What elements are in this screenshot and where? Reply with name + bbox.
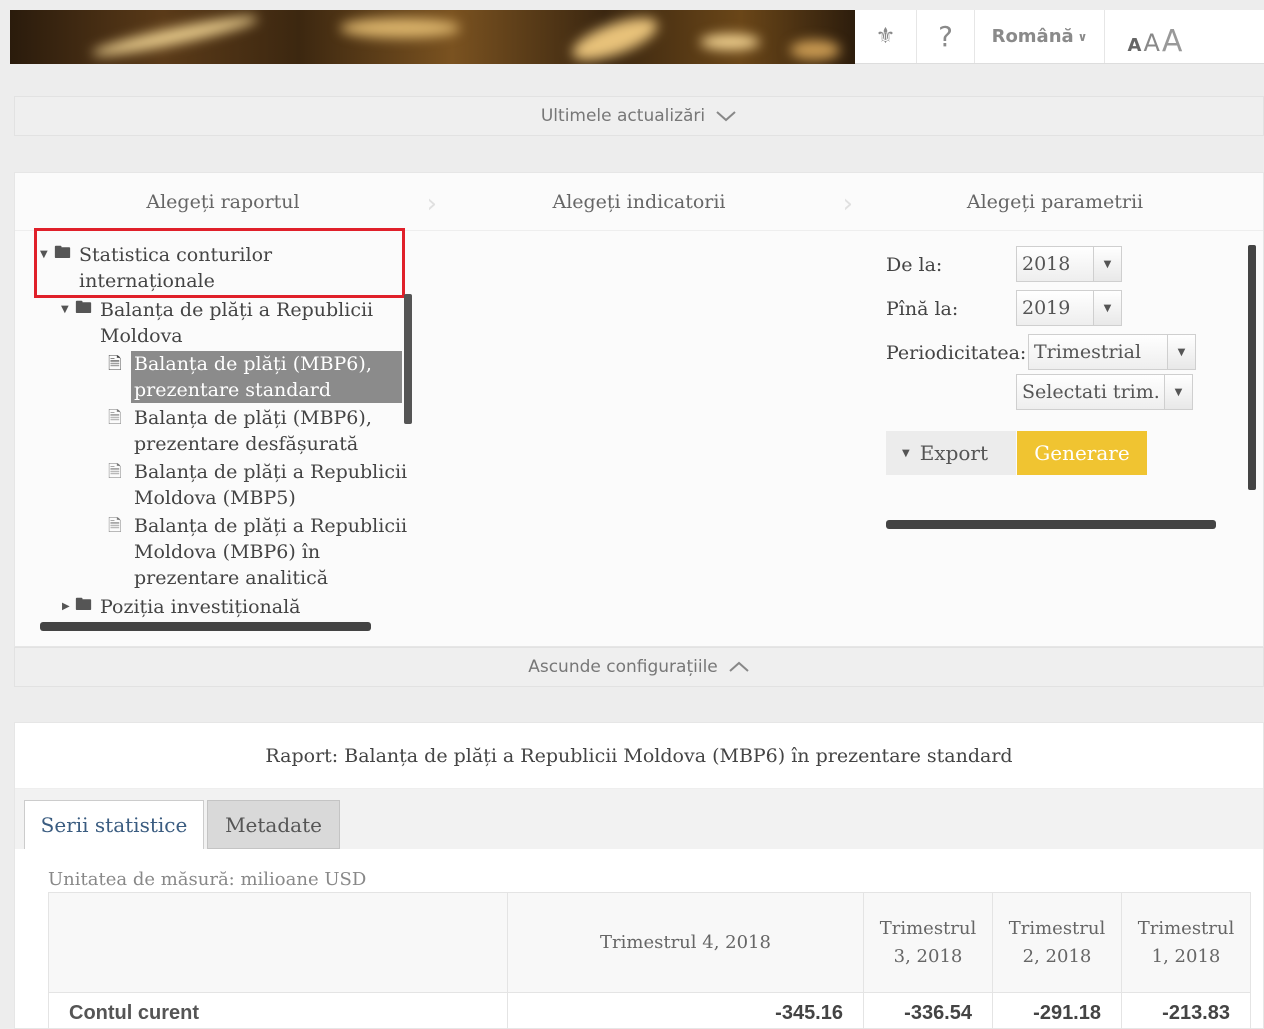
to-year-select[interactable]: 2019 ▼ [1016, 290, 1122, 326]
chevron-up-icon [729, 661, 749, 672]
chevron-down-icon: ∨ [1077, 29, 1088, 44]
column-header: Trimestrul 2, 2018 [992, 892, 1122, 993]
language-label: Română [991, 26, 1074, 47]
tree-node-label: prezentare desfășurată [134, 433, 359, 455]
font-size-large-button[interactable]: A [1162, 24, 1183, 59]
tree-node-label: Moldova (MBP6) în [134, 541, 321, 563]
document-icon: 🗎 [108, 354, 122, 374]
document-icon: 🗎 [108, 408, 122, 428]
caret-down-icon[interactable]: ▼ [61, 297, 69, 323]
latest-updates-label: Ultimele actualizări [540, 106, 706, 126]
folder-icon: 🖿 [75, 595, 92, 615]
font-size-medium-button[interactable]: A [1143, 29, 1159, 57]
parameters-horizontal-scrollbar[interactable] [886, 520, 1216, 529]
tree-vertical-scrollbar[interactable] [404, 294, 412, 424]
tree-item-mbp6-analytic[interactable]: 🗎 Balanța de plăți a Republicii Moldova … [108, 513, 408, 591]
tab-metadata[interactable]: Metadate [207, 800, 340, 849]
caret-down-icon[interactable]: ▼ [1093, 247, 1121, 281]
header-banner-image [10, 10, 860, 64]
periodicity-value: Trimestrial [1034, 341, 1142, 363]
tree-node-label: Balanța de plăți (MBP6), [134, 407, 372, 429]
tree-node-group[interactable]: ▼ 🖿 Balanța de plăți a Republicii Moldov… [61, 297, 406, 349]
table-row: Contul curent -345.16 -336.54 -291.18 -2… [48, 992, 1251, 1029]
table-cell: -345.16 [507, 992, 864, 1029]
table-cell: -336.54 [863, 992, 993, 1029]
font-size-controls: A A A [1105, 10, 1205, 63]
caret-down-icon: ▼ [902, 447, 910, 459]
highlight-box [34, 228, 405, 298]
table-cell: -291.18 [992, 992, 1122, 1029]
to-year-value: 2019 [1022, 297, 1071, 319]
tree-node-label: prezentare standard [134, 379, 331, 401]
step-label: Alegeți raportul [146, 190, 300, 213]
from-year-select[interactable]: 2018 ▼ [1016, 246, 1122, 282]
caret-right-icon[interactable]: ▶ [62, 594, 70, 620]
table-header-row: Trimestrul 4, 2018 Trimestrul 3, 2018 Tri… [48, 892, 1251, 993]
tree-node-label: prezentare analitică [134, 567, 329, 589]
caret-down-icon[interactable]: ▼ [1093, 291, 1121, 325]
caret-down-icon[interactable]: ▼ [1167, 335, 1195, 369]
generate-button[interactable]: Generare [1017, 431, 1147, 475]
step-choose-indicators[interactable]: Alegeți indicatorii › [431, 173, 853, 230]
step-label: Alegeți parametrii [966, 190, 1144, 213]
column-header: Trimestrul 3, 2018 [863, 892, 993, 993]
row-label: Contul curent [48, 992, 508, 1029]
tree-node-label: Balanța de plăți a Republicii [134, 515, 408, 537]
tree-node-investment-position[interactable]: ▶ 🖿 Poziția investițională [62, 594, 402, 620]
tab-statistical-series[interactable]: Serii statistice [24, 800, 204, 849]
parameters-vertical-scrollbar[interactable] [1248, 245, 1256, 490]
folder-open-icon: 🖿 [75, 298, 92, 318]
column-header: Trimestrul 4, 2018 [507, 892, 864, 993]
tree-node-label: Moldova [100, 325, 183, 347]
tree-node-label: Balanța de plăți a Republicii [100, 299, 374, 321]
from-year-value: 2018 [1022, 253, 1071, 275]
column-header: Trimestrul 1, 2018 [1121, 892, 1251, 993]
step-choose-report[interactable]: Alegeți raportul › [15, 173, 437, 230]
font-size-small-button[interactable]: A [1128, 35, 1142, 56]
from-label: De la: [886, 254, 943, 276]
hide-configuration-toggle[interactable]: Ascunde configurațiile [14, 647, 1264, 687]
report-title: Raport: Balanța de plăți a Republicii Mo… [15, 723, 1263, 789]
quarter-select[interactable]: Selectati trim. ▼ [1016, 374, 1193, 410]
tree-item-mbp6-standard[interactable]: 🗎 Balanța de plăți (MBP6), prezentare st… [108, 351, 402, 403]
tree-node-label: Moldova (MBP5) [134, 487, 296, 509]
to-label: Pînă la: [886, 298, 959, 320]
wizard-steps: Alegeți raportul › Alegeți indicatorii ›… [15, 173, 1263, 231]
tree-item-mbp6-extended[interactable]: 🗎 Balanța de plăți (MBP6), prezentare de… [108, 405, 408, 457]
step-choose-parameters[interactable]: Alegeți parametrii [847, 173, 1263, 230]
data-table: Trimestrul 4, 2018 Trimestrul 3, 2018 Tri… [48, 892, 1251, 1029]
emblem-icon[interactable]: ⚜ [855, 10, 917, 63]
header-empty-cell [48, 892, 508, 993]
export-button[interactable]: ▼ Export [886, 431, 1016, 475]
tree-node-label: Poziția investițională [100, 596, 301, 618]
table-cell: -213.83 [1121, 992, 1251, 1029]
language-selector[interactable]: Română ∨ [975, 10, 1105, 63]
report-panel: Raport: Balanța de plăți a Republicii Mo… [14, 722, 1264, 1029]
export-label: Export [919, 441, 989, 465]
document-icon: 🗎 [108, 516, 122, 536]
unit-of-measure: Unitatea de măsură: milioane USD [48, 869, 367, 890]
tree-horizontal-scrollbar[interactable] [40, 622, 371, 631]
hide-configuration-label: Ascunde configurațiile [528, 657, 718, 677]
report-tabs: Serii statistice Metadate [15, 789, 1263, 849]
step-label: Alegeți indicatorii [552, 190, 726, 213]
chevron-down-icon [716, 111, 736, 122]
tree-node-label: Balanța de plăți (MBP6), [134, 353, 372, 375]
document-icon: 🗎 [108, 462, 122, 482]
tree-node-label: Balanța de plăți a Republicii [134, 461, 408, 483]
periodicity-label: Periodicitatea: [886, 342, 1027, 364]
tree-item-mbp5[interactable]: 🗎 Balanța de plăți a Republicii Moldova … [108, 459, 408, 511]
quarter-value: Selectati trim. [1022, 381, 1160, 403]
caret-down-icon[interactable]: ▼ [1164, 375, 1192, 409]
latest-updates-toggle[interactable]: Ultimele actualizări [14, 96, 1264, 136]
periodicity-select[interactable]: Trimestrial ▼ [1028, 334, 1196, 370]
top-toolbar: ⚜ ? Română ∨ A A A [855, 10, 1264, 64]
help-icon[interactable]: ? [917, 10, 975, 63]
